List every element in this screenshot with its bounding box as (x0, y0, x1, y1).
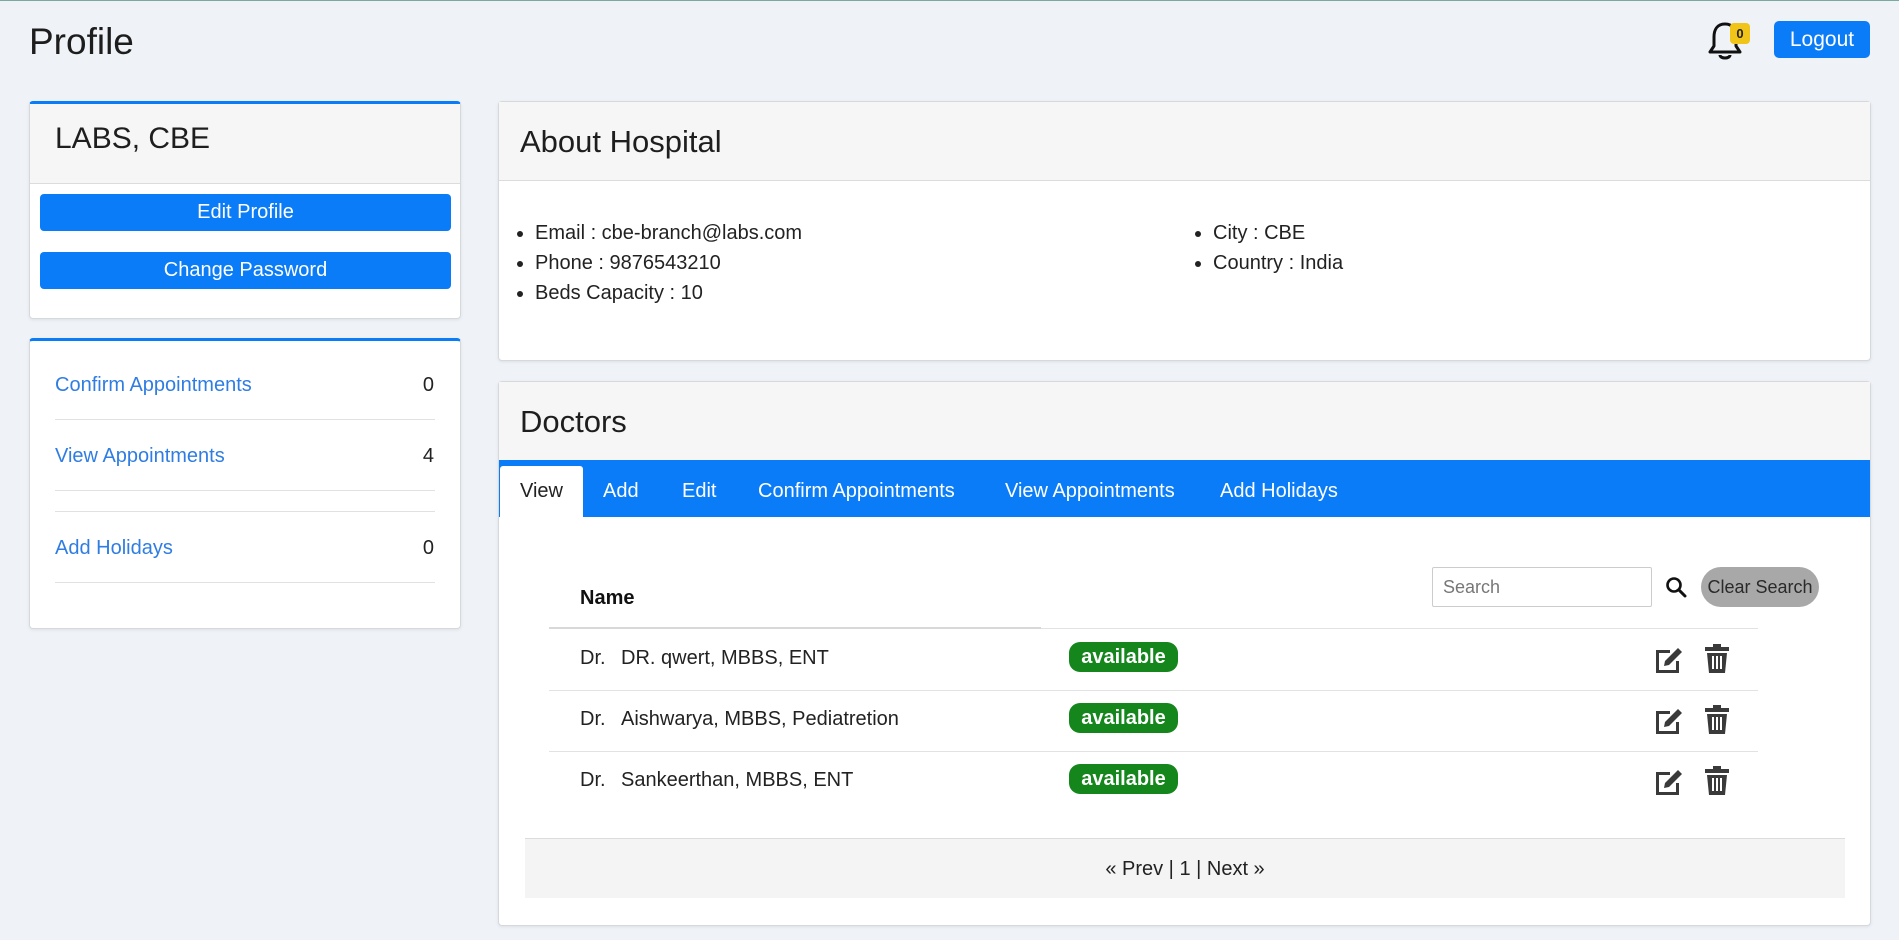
appointment-stats-card: Confirm Appointments 0 View Appointments… (29, 338, 461, 629)
doctor-name: DR. qwert, MBBS, ENT (621, 647, 829, 669)
divider (55, 419, 435, 420)
tab-view[interactable]: View (500, 466, 583, 517)
search-icon[interactable] (1665, 576, 1687, 598)
doctors-card: Doctors View Add Edit Confirm Appointmen… (498, 381, 1871, 926)
prev-page-link[interactable]: « Prev (1105, 858, 1163, 880)
confirm-appointments-link[interactable]: Confirm Appointments (55, 374, 252, 397)
about-hospital-card: About Hospital Email : cbe-branch@labs.c… (498, 101, 1871, 361)
status-badge: available (1069, 764, 1178, 794)
divider (55, 511, 435, 512)
status-badge: available (1069, 642, 1178, 672)
tab-confirm-appointments[interactable]: Confirm Appointments (738, 466, 975, 517)
hospital-email: Email : cbe-branch@labs.com (535, 218, 802, 248)
tab-edit[interactable]: Edit (662, 466, 736, 517)
view-appointments-count: 4 (422, 445, 434, 467)
table-row: Dr. Sankeerthan, MBBS, ENT available (549, 751, 1758, 812)
tab-add-holidays[interactable]: Add Holidays (1200, 466, 1358, 517)
profile-card: LABS, CBE Edit Profile Change Password (29, 101, 461, 319)
doctor-prefix: Dr. (580, 708, 606, 730)
trash-icon[interactable] (1705, 704, 1729, 734)
tab-add[interactable]: Add (583, 466, 659, 517)
hospital-city: City : CBE (1213, 218, 1343, 248)
add-holidays-link[interactable]: Add Holidays (55, 537, 173, 560)
next-page-link[interactable]: Next » (1207, 858, 1265, 880)
table-row: Dr. DR. qwert, MBBS, ENT available (549, 629, 1758, 690)
doctor-tabs: View Add Edit Confirm Appointments View … (499, 460, 1870, 517)
view-appointments-link[interactable]: View Appointments (55, 445, 225, 468)
divider (55, 490, 435, 491)
edit-icon[interactable] (1653, 766, 1685, 796)
doctors-title: Doctors (499, 382, 1870, 461)
doctor-prefix: Dr. (580, 647, 606, 669)
confirm-appointments-count: 0 (422, 374, 434, 396)
about-hospital-title: About Hospital (499, 102, 1870, 181)
edit-profile-button[interactable]: Edit Profile (40, 194, 451, 231)
doctor-name: Sankeerthan, MBBS, ENT (621, 769, 854, 791)
edit-icon[interactable] (1653, 705, 1685, 735)
notification-count-badge: 0 (1730, 23, 1750, 44)
pager-separator: | (1163, 858, 1180, 880)
tab-view-appointments[interactable]: View Appointments (985, 466, 1195, 517)
page-title: Profile (29, 21, 134, 62)
page-number[interactable]: 1 (1179, 858, 1190, 880)
add-holidays-count: 0 (422, 537, 434, 559)
hospital-beds: Beds Capacity : 10 (535, 278, 802, 308)
column-header-name: Name (580, 587, 635, 609)
profile-name: LABS, CBE (30, 104, 460, 184)
edit-icon[interactable] (1653, 644, 1685, 674)
notification-bell[interactable]: 0 (1705, 19, 1750, 63)
search-input[interactable] (1432, 567, 1652, 607)
status-badge: available (1069, 703, 1178, 733)
hospital-phone: Phone : 9876543210 (535, 248, 802, 278)
clear-search-button[interactable]: Clear Search (1701, 567, 1819, 607)
divider (55, 582, 435, 583)
doctor-prefix: Dr. (580, 769, 606, 791)
logout-button[interactable]: Logout (1774, 21, 1870, 58)
hospital-info-left: Email : cbe-branch@labs.com Phone : 9876… (513, 218, 802, 308)
pager-separator: | (1190, 858, 1207, 880)
doctor-name: Aishwarya, MBBS, Pediatretion (621, 708, 899, 730)
hospital-country: Country : India (1213, 248, 1343, 278)
change-password-button[interactable]: Change Password (40, 252, 451, 289)
hospital-info-right: City : CBE Country : India (1191, 218, 1343, 278)
trash-icon[interactable] (1705, 765, 1729, 795)
table-row: Dr. Aishwarya, MBBS, Pediatretion availa… (549, 690, 1758, 751)
pagination: « Prev | 1 | Next » (525, 838, 1845, 898)
trash-icon[interactable] (1705, 643, 1729, 673)
